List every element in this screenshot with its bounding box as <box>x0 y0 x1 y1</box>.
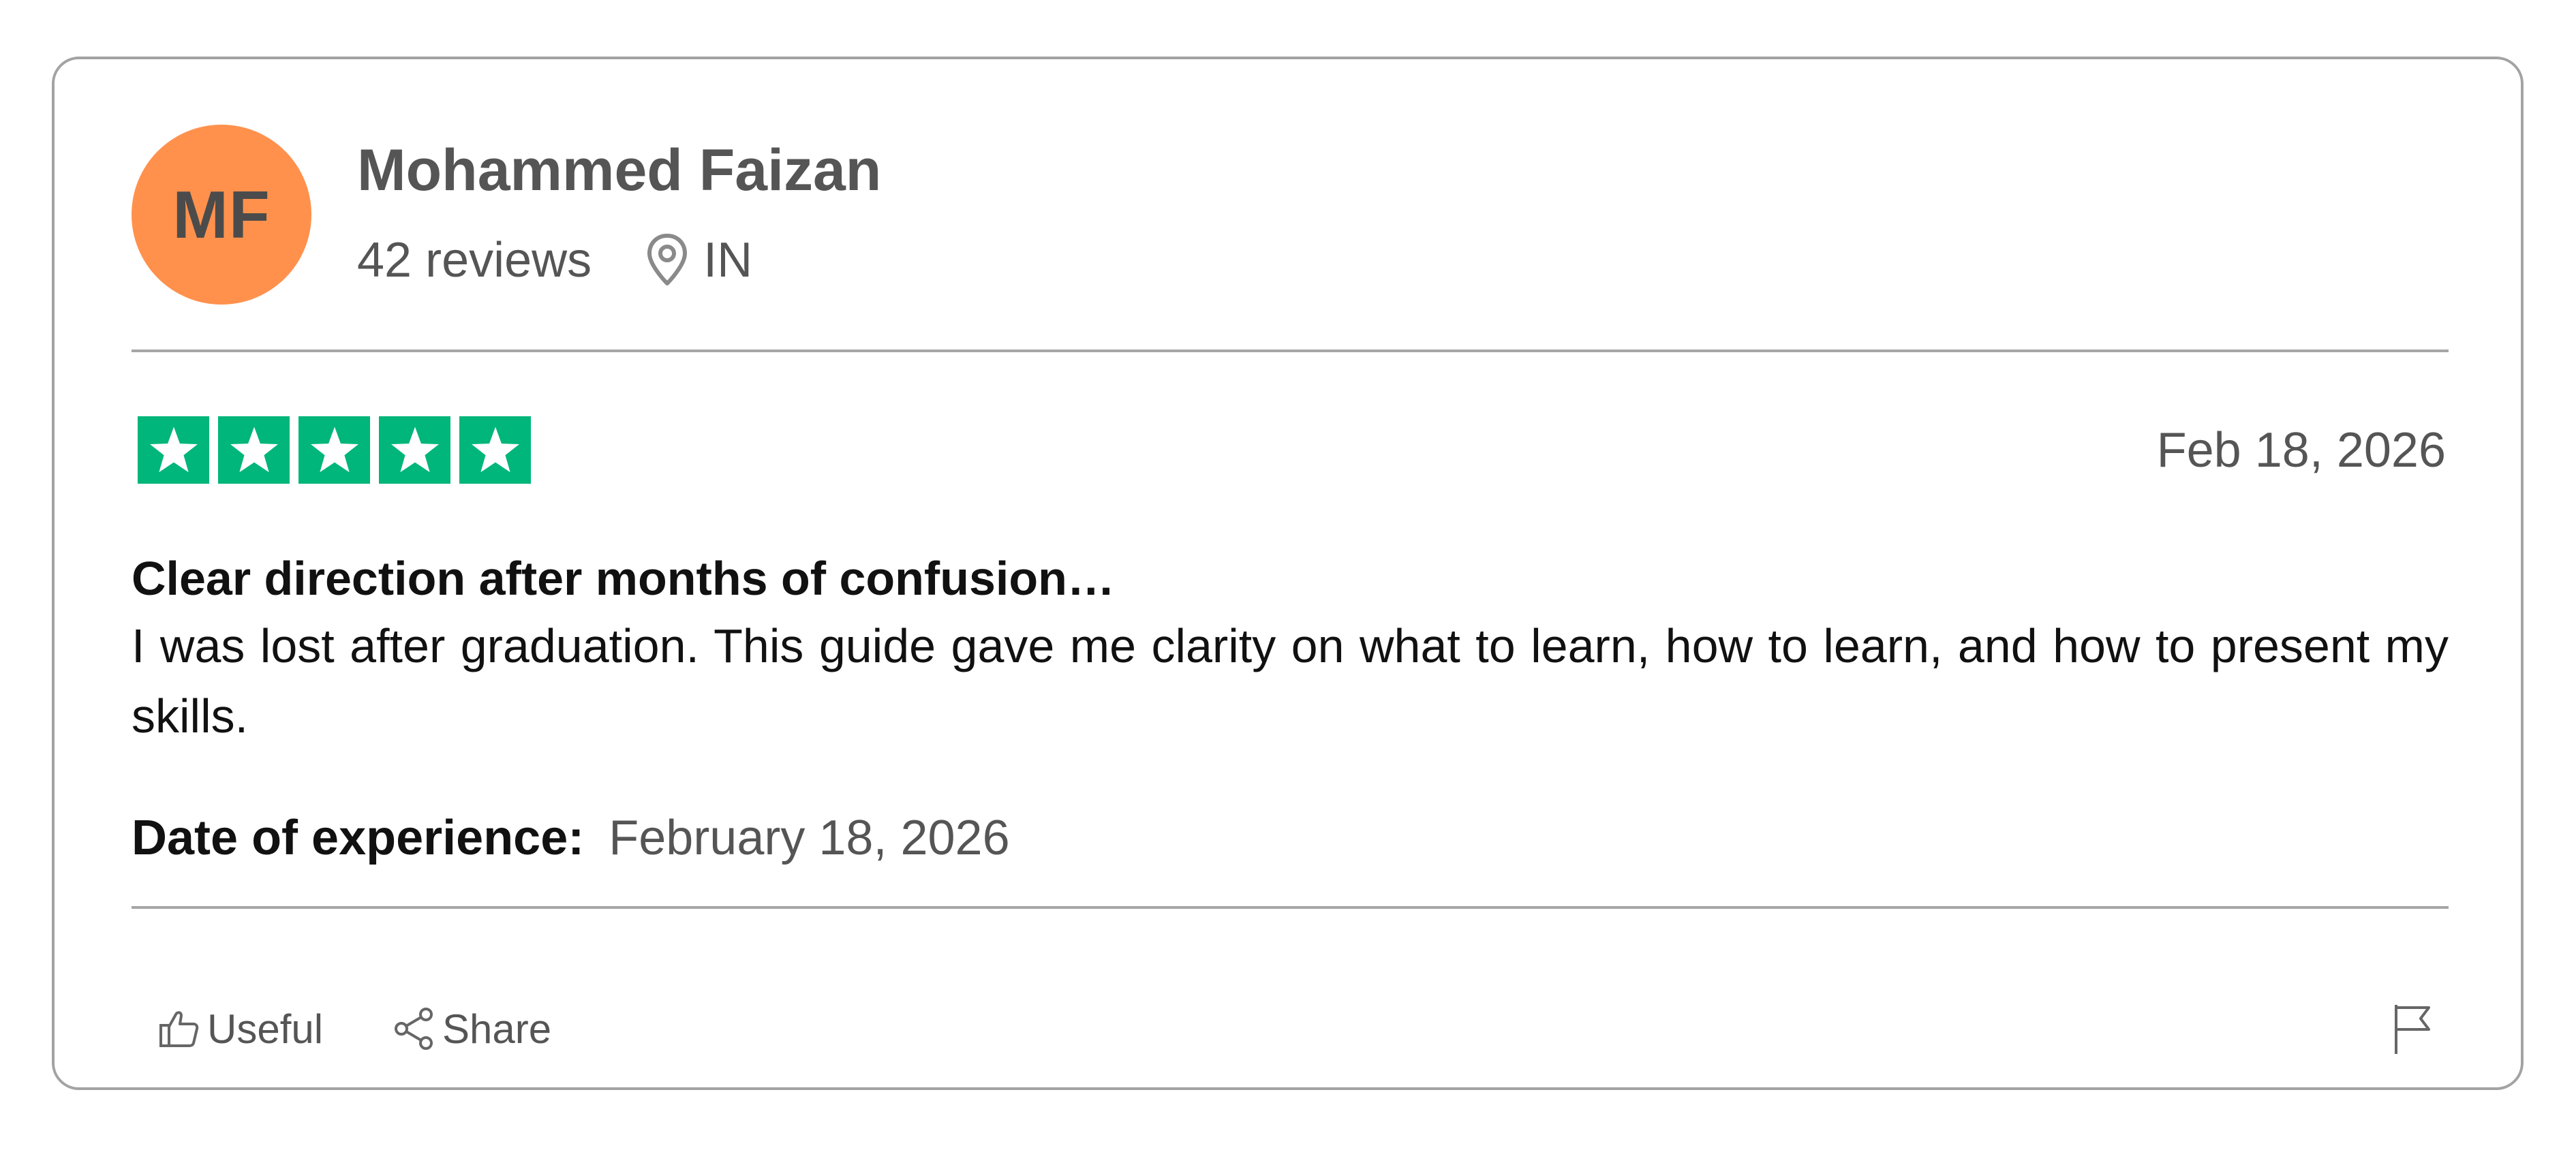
star-icon <box>298 416 370 484</box>
review-count: 42 reviews <box>357 233 592 288</box>
header-divider <box>132 349 2449 352</box>
share-label: Share <box>442 1006 552 1052</box>
star-icon <box>138 416 209 484</box>
avatar-initials: MF <box>172 176 271 252</box>
experience-label: Date of experience: <box>132 811 585 865</box>
avatar[interactable]: MF <box>132 125 311 305</box>
thumbs-up-icon <box>157 1006 207 1051</box>
footer-divider <box>132 906 2449 909</box>
review-card: MF Mohammed Faizan 42 reviews IN Feb 18,… <box>52 57 2524 1090</box>
review-title[interactable]: Clear direction after months of confusio… <box>132 550 1115 607</box>
share-icon <box>392 1006 442 1051</box>
useful-label: Useful <box>207 1006 324 1052</box>
review-body: I was lost after graduation. This guide … <box>132 619 2449 743</box>
star-icon <box>379 416 450 484</box>
useful-button[interactable]: Useful <box>157 998 323 1059</box>
date-of-experience: Date of experience: February 18, 2026 <box>132 809 1010 867</box>
star-rating <box>138 416 531 484</box>
star-icon <box>459 416 531 484</box>
report-flag-button[interactable] <box>2380 998 2441 1059</box>
reviewer-country: IN <box>703 233 753 288</box>
flag-icon <box>2380 998 2441 1059</box>
reviewer-meta: 42 reviews IN <box>357 230 752 291</box>
review-date: Feb 18, 2026 <box>2156 423 2446 478</box>
share-button[interactable]: Share <box>392 998 551 1059</box>
star-icon <box>218 416 290 484</box>
experience-date: February 18, 2026 <box>609 811 1010 865</box>
location-pin-icon <box>646 233 688 288</box>
reviewer-name[interactable]: Mohammed Faizan <box>357 141 881 200</box>
